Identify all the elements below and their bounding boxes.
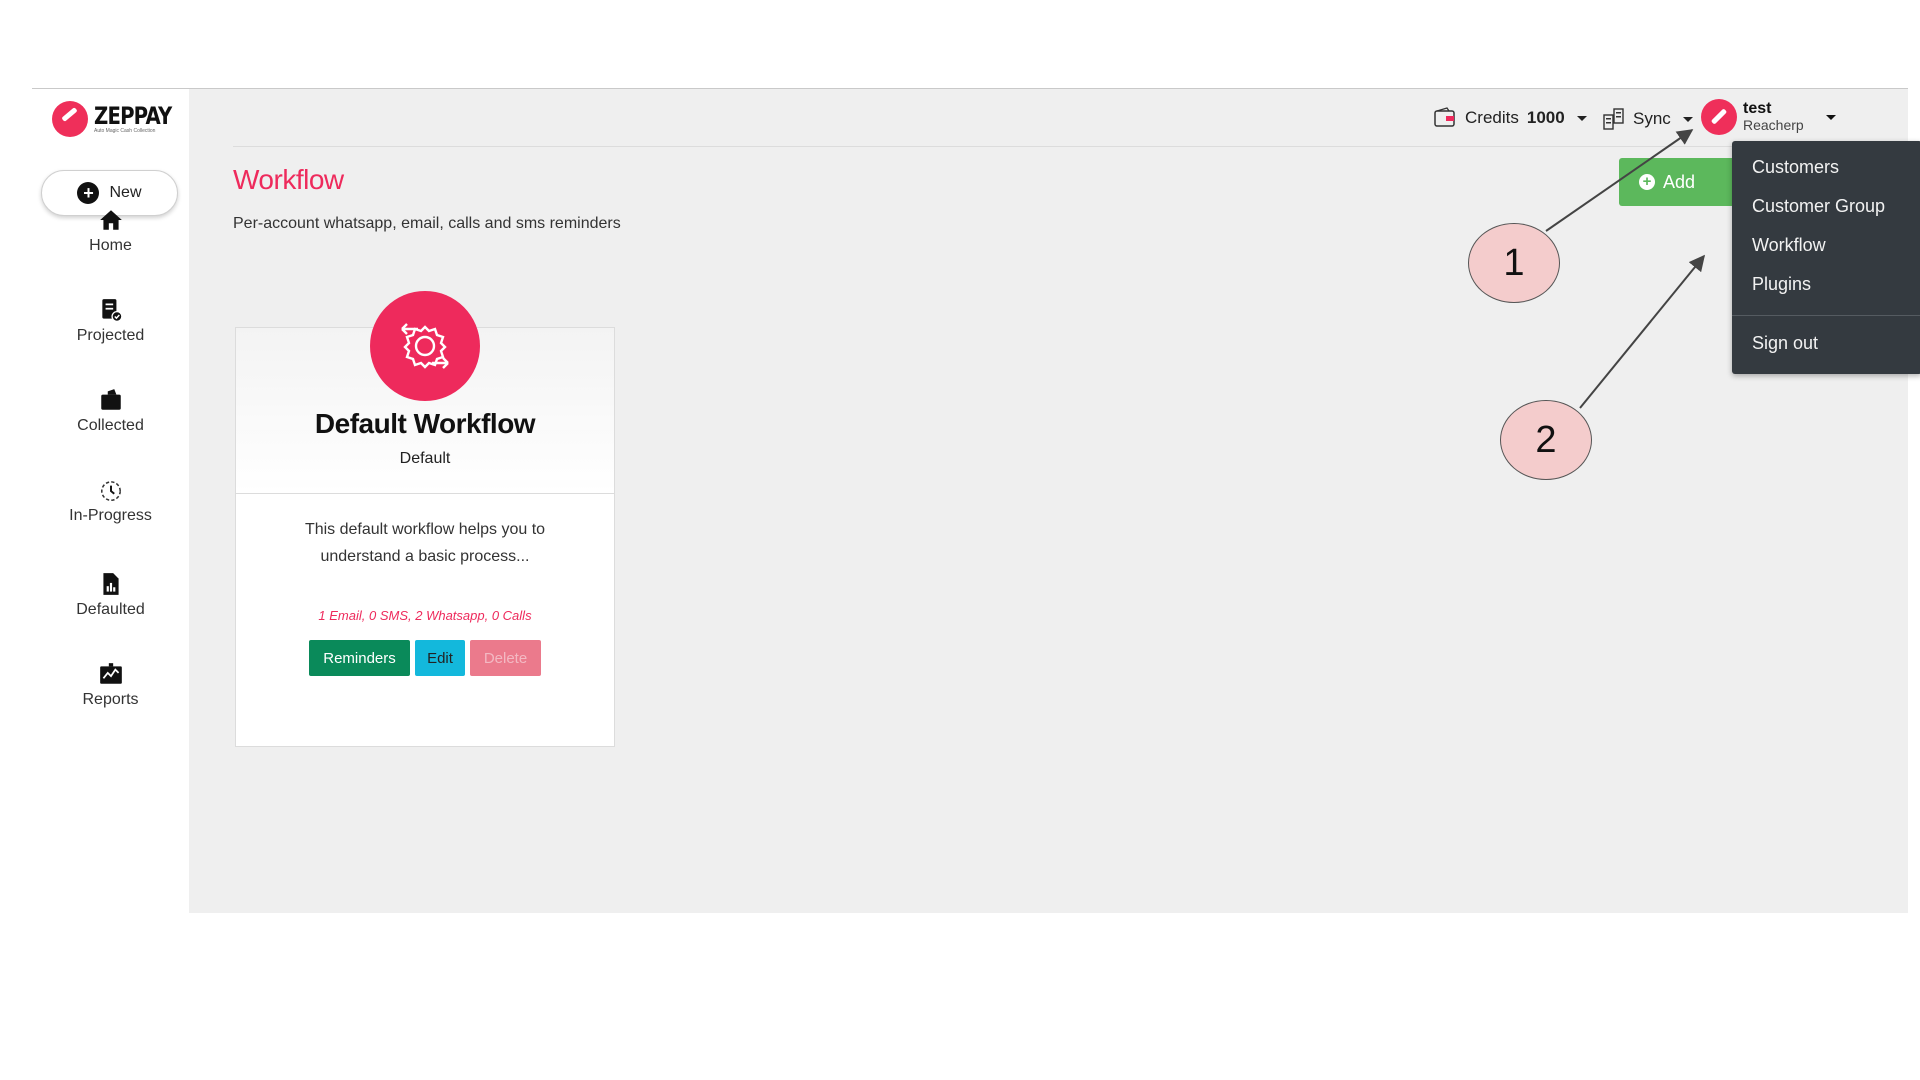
workflow-stats: 1 Email, 0 SMS, 2 Whatsapp, 0 Calls [318,608,532,623]
page-title: Workflow [233,164,344,195]
sidebar-item-in-progress[interactable]: In-Progress [32,477,189,525]
sync-dropdown[interactable]: Sync [1601,107,1693,131]
user-menu-toggle[interactable]: test Reacherp [1701,99,1836,135]
workflow-gear-icon [370,291,480,401]
menu-item-customers[interactable]: Customers [1752,157,1839,178]
chevron-down-icon [1682,116,1693,122]
chevron-down-icon [1825,114,1836,120]
user-name: test [1743,100,1772,118]
logo-mark-icon [52,101,88,137]
chart-board-icon [99,663,122,684]
chevron-down-icon [1576,115,1587,121]
main-content: Credits 1000 Sync test Reacherp Workflow… [189,89,1920,913]
workflow-type: Default [399,450,451,467]
document-check-icon [101,299,122,323]
delete-button[interactable]: Delete [470,640,541,676]
brand-name: ZEPPAY [94,102,172,130]
sidebar-item-projected[interactable]: Projected [32,297,189,345]
workflow-actions: Reminders Edit Delete [236,640,614,676]
reminders-button[interactable]: Reminders [309,640,410,676]
credits-dropdown[interactable]: Credits 1000 [1433,107,1587,129]
user-org: Reacherp [1743,117,1804,134]
workflow-title: Default Workflow [314,408,536,439]
workflow-card-header: Default Workflow Default [236,291,614,494]
user-dropdown-menu: Customers Customer Group Workflow Plugin… [1732,141,1920,374]
clock-icon [100,481,121,502]
sync-icon [1603,108,1624,130]
sidebar-item-label: Home [89,237,132,254]
edit-button[interactable]: Edit [415,640,465,676]
add-workflow-button[interactable]: + Add [1619,158,1749,206]
annotation-callout-2: 2 [1500,400,1592,480]
header-divider [233,146,1863,147]
avatar [1701,99,1737,135]
sidebar-item-reports[interactable]: Reports [32,661,189,709]
wallet-card-icon [1434,107,1455,127]
credits-label: Credits [1465,108,1519,127]
sidebar-item-home[interactable]: Home [32,207,189,255]
sidebar-item-label: Collected [77,417,144,434]
page-subtitle: Per-account whatsapp, email, calls and s… [233,215,621,232]
app-window: ZEPPAY Auto Magic Cash Collection + New … [32,88,1920,913]
sidebar: ZEPPAY Auto Magic Cash Collection + New … [32,89,189,913]
sidebar-item-label: Defaulted [76,601,145,618]
home-icon [99,210,122,230]
workflow-description: This default workflow helps you to under… [304,521,546,565]
sidebar-item-label: Projected [76,327,145,344]
sidebar-item-defaulted[interactable]: Defaulted [32,571,189,619]
sync-label: Sync [1633,109,1671,128]
new-button-label: New [109,184,142,201]
wallet-icon [100,389,121,410]
plus-circle-icon: + [77,182,100,204]
plus-circle-icon: + [1639,174,1655,190]
add-button-label: Add [1663,171,1696,192]
sidebar-item-collected[interactable]: Collected [32,387,189,435]
menu-item-workflow[interactable]: Workflow [1752,235,1826,256]
menu-item-sign-out[interactable]: Sign out [1752,333,1818,354]
sidebar-item-label: In-Progress [69,507,152,524]
sidebar-item-label: Reports [82,691,139,708]
menu-divider [1732,315,1920,316]
credits-value: 1000 [1526,108,1565,127]
menu-item-customer-group[interactable]: Customer Group [1752,196,1885,217]
annotation-callout-1: 1 [1468,223,1560,303]
file-chart-icon [102,573,119,595]
brand-logo[interactable]: ZEPPAY Auto Magic Cash Collection [52,101,188,137]
menu-item-plugins[interactable]: Plugins [1752,274,1811,295]
workflow-card: Default Workflow Default This default wo… [235,291,615,747]
